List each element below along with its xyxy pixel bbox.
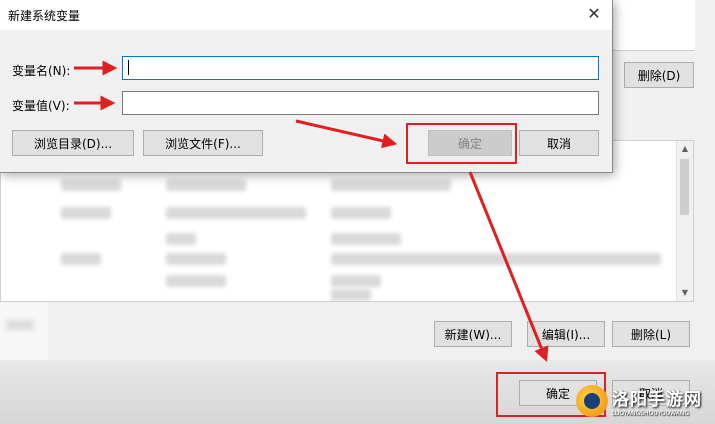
blurred-text [6,320,34,330]
watermark-subtext: LUOYANGSHOUYOUWANG [612,410,690,417]
edit-system-variable-button[interactable]: 编辑(I)... [527,321,605,347]
variable-value-label: 变量值(V): [12,99,70,113]
screen: 删除(D) ▲ ▼ 新建(W)... 编辑(I)... 删除(L) 确定 取消 [0,0,715,424]
blurred-row [331,233,401,245]
scroll-down-icon[interactable]: ▼ [677,285,693,301]
blurred-row [166,233,196,245]
variable-value-input[interactable] [122,91,599,115]
blurred-row [331,179,451,191]
ok-button[interactable]: 确定 [428,130,512,156]
browse-file-button[interactable]: 浏览文件(F)... [143,130,263,156]
new-system-variable-button[interactable]: 新建(W)... [434,321,512,347]
user-variables-list[interactable] [612,0,695,51]
variable-name-label: 变量名(N): [12,64,71,78]
browse-directory-button[interactable]: 浏览目录(D)... [12,130,134,156]
blurred-row [331,289,371,301]
blurred-row [61,179,121,191]
variable-name-input[interactable] [122,56,599,80]
blurred-row [331,275,381,287]
blurred-row [331,253,661,265]
scrollbar-thumb[interactable] [680,159,689,215]
site-watermark: 洛阳手游网 LUOYANGSHOUYOUWANG [576,378,715,424]
blurred-row [61,207,111,219]
blurred-row [61,253,101,265]
watermark-text: 洛阳手游网 [612,390,702,410]
scroll-up-icon[interactable]: ▲ [677,141,693,157]
blurred-row [166,179,246,191]
watermark-logo-icon [576,385,608,417]
blurred-row [331,207,391,219]
cancel-button[interactable]: 取消 [519,130,599,156]
delete-system-variable-button[interactable]: 删除(L) [612,321,690,347]
dialog-title: 新建系统变量 [8,9,81,23]
list-scrollbar[interactable]: ▲ ▼ [676,141,693,301]
close-icon[interactable]: ✕ [584,4,604,24]
dialog-titlebar[interactable]: 新建系统变量 ✕ [0,0,612,30]
blurred-row [166,275,226,287]
new-system-variable-dialog: 新建系统变量 ✕ 变量名(N): 变量值(V): 浏览目录(D)... 浏览文件… [0,0,613,173]
delete-user-variable-button[interactable]: 删除(D) [624,62,694,88]
blurred-row [166,253,226,265]
text-caret [128,60,129,75]
blurred-row [166,207,306,219]
